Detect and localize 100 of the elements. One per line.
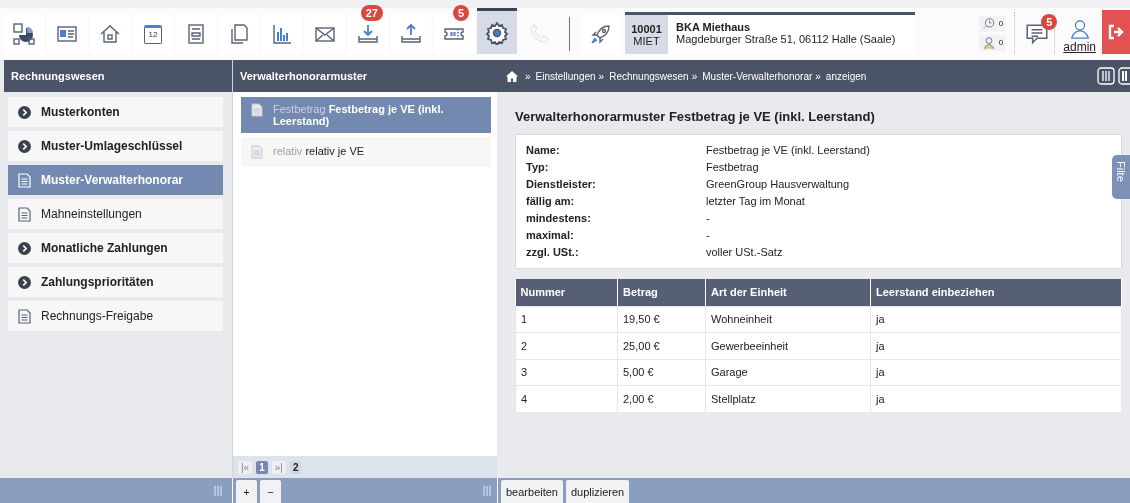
- table-cell: 2,00 €: [617, 385, 706, 412]
- sidebar-item[interactable]: Muster-Verwalterhonorar: [8, 165, 223, 195]
- toolbar-button[interactable]: [4, 14, 44, 54]
- column-layout-icon[interactable]: [1097, 67, 1115, 85]
- column-header: Leerstand einbeziehen: [870, 279, 1122, 306]
- column-header: Nummer: [515, 279, 618, 306]
- table-cell: 2: [515, 332, 618, 359]
- breadcrumb-link[interactable]: Rechnungswesen: [609, 70, 689, 82]
- document-icon: [251, 103, 263, 117]
- toolbar-button[interactable]: [581, 14, 621, 54]
- object-name: BKA Miethaus: [676, 21, 752, 33]
- toolbar-button[interactable]: +: [236, 480, 257, 503]
- table-cell: 4: [515, 385, 618, 412]
- table-cell: Gewerbeeinheit: [705, 332, 871, 359]
- bar-chart-icon: [270, 22, 294, 46]
- logout-icon: [1108, 24, 1124, 40]
- document-icon: [18, 206, 31, 222]
- sidebar-item[interactable]: Rechnungs-Freigabe: [8, 301, 223, 331]
- panel-title: Rechnungswesen: [11, 70, 105, 82]
- property-label: Name:: [526, 143, 561, 158]
- document-icon: [18, 172, 31, 188]
- notification-badge: 27: [360, 5, 383, 21]
- notification-badge: 5: [1041, 14, 1058, 30]
- resize-grip-icon[interactable]: [483, 485, 491, 496]
- user-link[interactable]: admin: [1063, 40, 1096, 54]
- property-label: fällig am:: [526, 194, 576, 209]
- breadcrumb-separator: »: [525, 70, 531, 82]
- property-value: voller USt.-Satz: [706, 245, 784, 260]
- breadcrumb-link[interactable]: Muster-Verwalterhonorar: [702, 70, 813, 82]
- table-cell: 3: [515, 359, 618, 386]
- property-label: Typ:: [526, 160, 550, 175]
- calendar-icon: 12: [144, 24, 162, 44]
- chevron-circle-icon: [18, 139, 31, 153]
- breadcrumb-link[interactable]: anzeigen: [825, 70, 867, 82]
- document-icon: [251, 145, 263, 159]
- table-cell: ja: [870, 359, 1122, 386]
- object-address: Magdeburger Straße 51, 06112 Halle (Saale): [676, 33, 897, 45]
- user-icon: [1068, 18, 1091, 40]
- clock-person-icon: [981, 16, 996, 31]
- table-cell: 19,50 €: [617, 306, 706, 333]
- sidebar-item[interactable]: Musterkonten: [8, 97, 223, 127]
- property-value: Festbetrag je VE (inkl. Leerstand): [706, 143, 871, 158]
- property-value: Festbetrag: [706, 160, 760, 175]
- rocket-icon: [589, 22, 613, 46]
- sidebar-item[interactable]: Monatliche Zahlungen: [8, 233, 223, 263]
- object-type: MIET: [633, 34, 660, 47]
- panel-title: Verwalterhonorarmuster: [240, 70, 368, 82]
- sidebar-item[interactable]: Muster-Umlageschlüssel: [8, 131, 223, 161]
- counter-button[interactable]: 0: [978, 34, 1007, 51]
- property-value: -: [706, 211, 711, 226]
- property-label: zzgl. USt.:: [526, 245, 580, 260]
- table-cell: ja: [870, 332, 1122, 359]
- breadcrumb-separator: »: [691, 70, 698, 82]
- pager-button[interactable]: 2: [289, 460, 302, 474]
- chevron-circle-icon: [18, 241, 31, 255]
- home-icon[interactable]: [506, 70, 518, 82]
- property-label: maximal:: [526, 228, 575, 243]
- toolbar-button[interactable]: −: [260, 480, 281, 503]
- table-cell: 1: [515, 306, 618, 333]
- property-label: mindestens:: [526, 211, 592, 226]
- gear-icon: [485, 20, 509, 45]
- chevron-circle-icon: [18, 105, 31, 119]
- notification-badge: 5: [452, 5, 469, 21]
- breadcrumb-separator: »: [598, 70, 605, 82]
- sidebar-item[interactable]: Zahlungsprioritäten: [8, 267, 223, 297]
- property-value: letzter Tag im Monat: [706, 194, 806, 209]
- document-icon: [18, 308, 31, 324]
- object-number: 10001: [631, 22, 662, 35]
- resize-grip-icon[interactable]: [214, 485, 222, 496]
- pager-button[interactable]: 1: [256, 460, 268, 474]
- chevron-circle-icon: [18, 275, 31, 289]
- download-icon: [356, 22, 380, 46]
- detail-title: Verwalterhonorarmuster Festbetrag je VE (inkl. Leerstand): [515, 109, 876, 124]
- table-cell: ja: [870, 306, 1122, 333]
- person-icon: [981, 35, 996, 50]
- breadcrumb-link[interactable]: Einstellungen: [535, 70, 596, 82]
- logout-button[interactable]: [1102, 10, 1130, 54]
- breadcrumb-separator: »: [815, 70, 821, 82]
- table-cell: ja: [870, 385, 1122, 412]
- property-value: -: [706, 228, 711, 243]
- property-value: GreenGroup Hausverwaltung: [706, 177, 851, 192]
- table-cell: Wohneinheit: [705, 306, 871, 333]
- toolbar-button[interactable]: [477, 8, 517, 54]
- table-cell: Stellplatz: [705, 385, 871, 412]
- upload-icon: [399, 22, 423, 46]
- counter-button[interactable]: 0: [978, 15, 1007, 32]
- action-button[interactable]: duplizieren: [566, 480, 630, 503]
- report-icon: [12, 22, 36, 46]
- list-item[interactable]: Festbetrag Festbetrag je VE (inkl. Leerstand): [241, 97, 491, 133]
- property-label: Dienstleister:: [526, 177, 597, 192]
- toolbar-button[interactable]: 12: [133, 14, 173, 54]
- column-header: Art der Einheit: [705, 279, 871, 306]
- column-header: Betrag: [617, 279, 706, 306]
- list-item[interactable]: relativ relativ je VE: [241, 137, 491, 167]
- table-cell: Garage: [705, 359, 871, 386]
- table-cell: 25,00 €: [617, 332, 706, 359]
- table-cell: 5,00 €: [617, 359, 706, 386]
- action-button[interactable]: bearbeiten: [501, 480, 563, 503]
- sidebar-item[interactable]: Mahneinstellungen: [8, 199, 223, 229]
- toolbar-button[interactable]: [305, 14, 345, 54]
